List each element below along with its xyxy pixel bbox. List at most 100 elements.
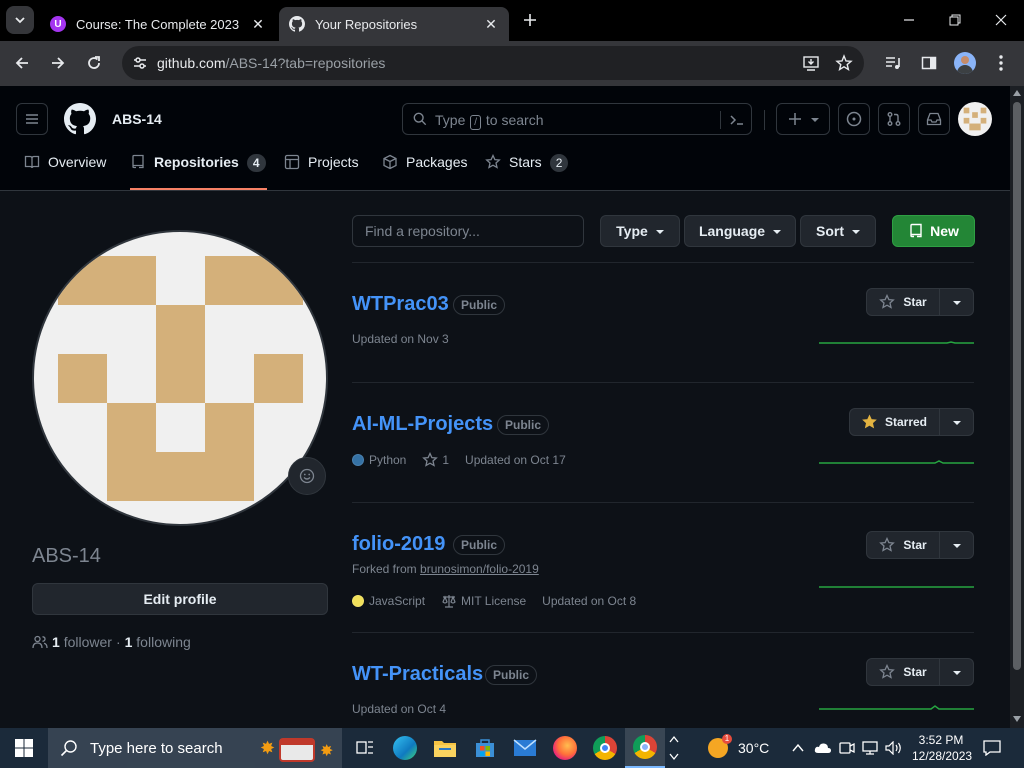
- tab-stars[interactable]: Stars 2: [485, 154, 569, 190]
- network-tray[interactable]: [859, 728, 881, 768]
- create-new-button[interactable]: [776, 103, 830, 135]
- github-logo[interactable]: [64, 103, 96, 135]
- firefox-app[interactable]: [545, 728, 585, 768]
- language-color-dot: [352, 454, 364, 466]
- pull-requests-button[interactable]: [878, 103, 910, 135]
- tab-repositories[interactable]: Repositories 4: [130, 154, 267, 190]
- show-hidden-icons-button[interactable]: [788, 728, 808, 768]
- clock-time: 3:52 PM: [918, 733, 964, 747]
- mail-app[interactable]: [505, 728, 545, 768]
- language-filter-button[interactable]: Language: [684, 215, 796, 247]
- edge-app[interactable]: [385, 728, 425, 768]
- close-icon[interactable]: ✕: [483, 16, 499, 32]
- command-palette-icon[interactable]: [729, 112, 745, 128]
- star-button[interactable]: Star: [866, 531, 940, 559]
- taskbar-search-box[interactable]: Type here to search ✸ ✸: [48, 728, 342, 768]
- star-button[interactable]: Star: [866, 658, 940, 686]
- tab-packages[interactable]: Packages: [382, 154, 467, 190]
- github-search-input[interactable]: Type / to search: [402, 103, 752, 135]
- chrome-menu-button[interactable]: [987, 49, 1015, 77]
- meet-now-tray[interactable]: [836, 728, 858, 768]
- updated-text: Updated on Oct 4: [352, 702, 447, 716]
- browser-tab-course[interactable]: U Course: The Complete 2023 We ✕: [40, 7, 276, 41]
- stargazers-link[interactable]: 1: [422, 452, 449, 468]
- new-repository-button[interactable]: New: [892, 215, 975, 247]
- forked-from-link[interactable]: brunosimon/folio-2019: [420, 562, 539, 576]
- repository-name-link[interactable]: WTPrac03: [352, 293, 449, 316]
- file-explorer-app[interactable]: [425, 728, 465, 768]
- context-username[interactable]: ABS-14: [112, 111, 162, 127]
- start-button[interactable]: [4, 728, 44, 768]
- taskbar-clock[interactable]: 3:52 PM 12/28/2023: [912, 732, 972, 764]
- star-icon: [879, 537, 896, 552]
- repository-item: AI-ML-Projects Public Python 1 Updated o…: [352, 383, 974, 503]
- site-settings-icon[interactable]: [133, 56, 147, 70]
- star-button-group: Star: [866, 658, 974, 686]
- url-text: github.com/ABS-14?tab=repositories: [157, 55, 385, 71]
- star-list-dropdown[interactable]: [940, 531, 974, 559]
- unstar-button[interactable]: Starred: [849, 408, 940, 436]
- caret-down-icon: [811, 118, 819, 122]
- microsoft-store-app[interactable]: [465, 728, 505, 768]
- page-scrollbar[interactable]: [1010, 86, 1024, 728]
- forward-button[interactable]: [44, 49, 72, 77]
- scroll-down-icon[interactable]: [1013, 716, 1021, 722]
- profile-avatar-large[interactable]: [32, 230, 328, 526]
- minimize-button[interactable]: [895, 6, 923, 34]
- media-control-button[interactable]: [879, 49, 907, 77]
- issues-button[interactable]: [838, 103, 870, 135]
- volume-tray[interactable]: [882, 728, 906, 768]
- scrollbar-thumb[interactable]: [1013, 102, 1021, 670]
- new-tab-button[interactable]: [516, 6, 544, 34]
- taskbar-scroll-buttons[interactable]: [665, 728, 683, 768]
- profile-button[interactable]: [951, 49, 979, 77]
- notification-center-button[interactable]: [974, 728, 1010, 768]
- edit-profile-button[interactable]: Edit profile: [32, 583, 328, 615]
- search-highlight-image: ✸ ✸: [260, 734, 340, 762]
- task-view-button[interactable]: [345, 728, 385, 768]
- install-app-icon[interactable]: [802, 54, 820, 72]
- tab-overview[interactable]: Overview: [24, 154, 106, 190]
- close-icon[interactable]: ✕: [250, 16, 266, 32]
- repository-name-link[interactable]: AI-ML-Projects: [352, 413, 493, 436]
- following-link[interactable]: 1 following: [125, 634, 191, 650]
- chrome-profile-app-active[interactable]: [625, 728, 665, 768]
- tab-overview-label: Overview: [48, 154, 107, 170]
- followers-link[interactable]: 1 follower: [52, 634, 112, 650]
- people-icon: [32, 635, 48, 649]
- windows-icon: [15, 739, 33, 757]
- weather-widget[interactable]: 1 30°C: [700, 728, 780, 768]
- side-panel-button[interactable]: [915, 49, 943, 77]
- tab-search-button[interactable]: [6, 6, 34, 34]
- back-button[interactable]: [8, 49, 36, 77]
- caret-down-icon: [952, 671, 961, 675]
- svg-text:✸: ✸: [320, 743, 333, 760]
- set-status-button[interactable]: [288, 457, 326, 495]
- star-list-dropdown[interactable]: [940, 408, 974, 436]
- chevron-up-icon[interactable]: [669, 735, 679, 743]
- inbox-button[interactable]: [918, 103, 950, 135]
- user-avatar[interactable]: [958, 102, 992, 136]
- chevron-down-icon[interactable]: [669, 753, 679, 761]
- find-repository-input[interactable]: [352, 215, 584, 247]
- browser-tab-repositories[interactable]: Your Repositories ✕: [279, 7, 509, 41]
- tab-title: Your Repositories: [315, 16, 418, 32]
- type-filter-button[interactable]: Type: [600, 215, 680, 247]
- onedrive-tray[interactable]: [811, 728, 835, 768]
- sort-button[interactable]: Sort: [800, 215, 876, 247]
- repository-name-link[interactable]: WT-Practicals: [352, 663, 483, 686]
- reload-button[interactable]: [80, 49, 108, 77]
- bookmark-star-icon[interactable]: [835, 54, 853, 72]
- chrome-app[interactable]: [585, 728, 625, 768]
- menu-button[interactable]: [16, 103, 48, 135]
- star-list-dropdown[interactable]: [940, 288, 974, 316]
- address-bar[interactable]: github.com/ABS-14?tab=repositories: [122, 46, 864, 80]
- star-button[interactable]: Star: [866, 288, 940, 316]
- star-list-dropdown[interactable]: [940, 658, 974, 686]
- repository-name-link[interactable]: folio-2019: [352, 533, 445, 556]
- scroll-up-icon[interactable]: [1013, 90, 1021, 96]
- restore-button[interactable]: [941, 6, 969, 34]
- close-window-button[interactable]: [987, 6, 1015, 34]
- tab-projects[interactable]: Projects: [284, 154, 359, 190]
- caret-down-icon: [952, 421, 961, 425]
